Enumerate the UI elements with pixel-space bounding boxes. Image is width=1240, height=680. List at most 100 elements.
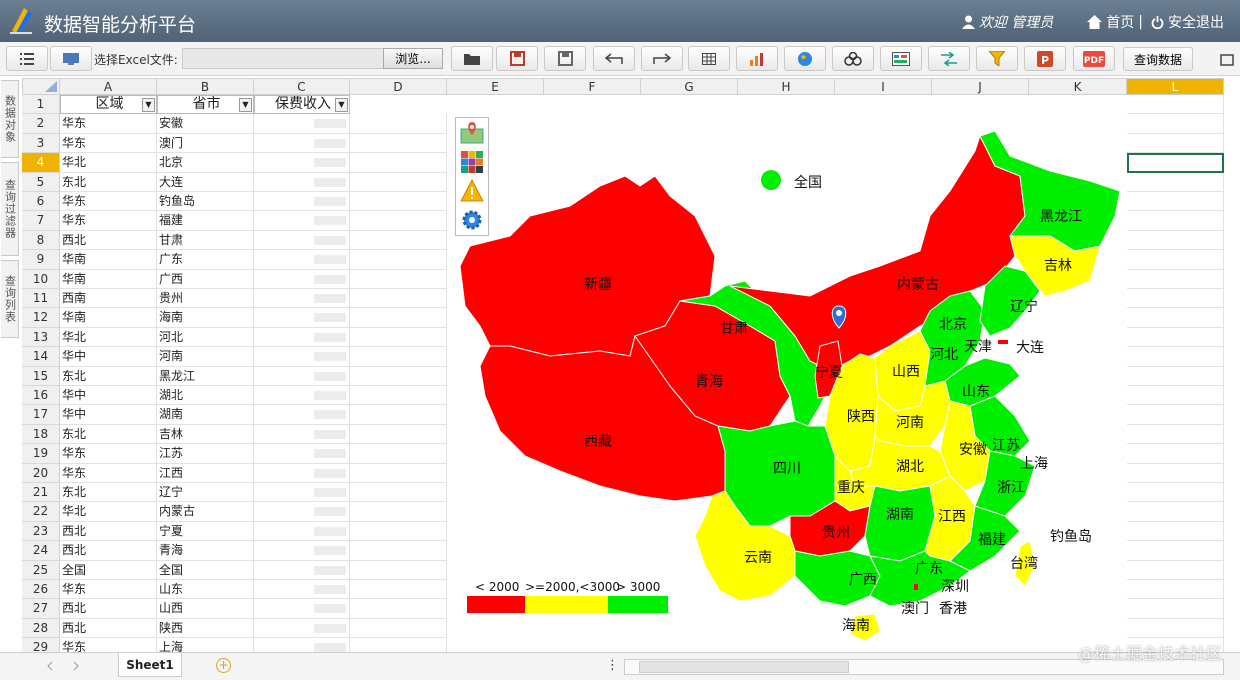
table-cell[interactable] [350,211,447,231]
home-icon[interactable] [1087,15,1103,29]
row-header[interactable]: 4 [22,153,60,173]
table-cell[interactable] [1127,405,1224,425]
table-cell[interactable]: 东北 [60,366,157,386]
map-button[interactable] [784,46,826,71]
column-header[interactable]: B [157,78,254,95]
file-path-field[interactable] [182,48,384,69]
premium-cell[interactable] [254,289,350,309]
power-icon[interactable] [1151,15,1164,29]
table-cell[interactable]: 广西 [157,269,254,289]
table-cell[interactable] [1127,521,1224,542]
table-cell[interactable]: 华中 [60,405,157,425]
table-cell[interactable]: 华东 [60,444,157,464]
table-cell[interactable]: 华南 [60,269,157,289]
table-cell[interactable]: 福建 [157,211,254,231]
premium-cell[interactable] [254,444,350,464]
premium-cell[interactable] [254,211,350,231]
table-cell[interactable]: 华东 [60,192,157,212]
table-cell[interactable] [1127,269,1224,289]
table-cell[interactable]: 华南 [60,308,157,328]
row-header[interactable]: 28 [22,618,60,639]
table-cell[interactable] [350,250,447,270]
table-cell[interactable]: 吉林 [157,424,254,445]
table-cell[interactable] [1127,444,1224,464]
table-cell[interactable]: 江苏 [157,444,254,464]
premium-cell[interactable] [254,133,350,154]
prev-sheet-icon[interactable] [46,661,54,671]
table-cell[interactable]: 河南 [157,347,254,367]
table-cell[interactable] [1127,133,1224,154]
ppt-export-button[interactable]: P [1024,46,1066,71]
row-header[interactable]: 19 [22,444,60,464]
table-cell[interactable]: 青海 [157,541,254,561]
table-cell[interactable] [350,133,447,154]
browse-button[interactable]: 浏览... [383,48,443,69]
row-header[interactable]: 1 [22,95,60,115]
header-cell[interactable]: 省市 ▼ [157,95,254,115]
table-cell[interactable] [1127,541,1224,561]
table-cell[interactable]: 华东 [60,114,157,134]
row-header[interactable]: 10 [22,269,60,289]
row-header[interactable]: 25 [22,560,60,580]
table-cell[interactable]: 华中 [60,347,157,367]
table-cell[interactable] [1127,289,1224,309]
table-cell[interactable]: 东北 [60,172,157,192]
logout-link[interactable]: 安全退出 [1168,12,1224,32]
column-header[interactable]: E [447,78,544,95]
table-cell[interactable]: 山东 [157,580,254,600]
table-cell[interactable]: 山西 [157,599,254,619]
warning-icon[interactable] [460,179,484,203]
column-header[interactable]: A [60,78,157,95]
table-button[interactable] [688,46,730,71]
table-cell[interactable]: 华东 [60,211,157,231]
row-header[interactable]: 20 [22,463,60,483]
premium-cell[interactable] [254,541,350,561]
map-marker-icon[interactable] [460,121,484,145]
table-cell[interactable] [350,289,447,309]
table-cell[interactable] [1127,618,1224,639]
column-header[interactable]: J [932,78,1029,95]
table-cell[interactable]: 辽宁 [157,483,254,503]
table-cell[interactable] [350,502,447,522]
premium-cell[interactable] [254,386,350,406]
table-cell[interactable] [1127,211,1224,231]
table-cell[interactable] [1127,308,1224,328]
premium-cell[interactable] [254,599,350,619]
table-cell[interactable] [1127,502,1224,522]
table-cell[interactable] [350,560,447,580]
settings-gear-icon[interactable] [460,208,484,232]
column-header[interactable]: K [1029,78,1127,95]
redo-button[interactable] [641,46,683,71]
row-header[interactable]: 12 [22,308,60,328]
column-header[interactable]: D [350,78,447,95]
more-icon[interactable]: ⋮ [606,658,619,673]
table-cell[interactable] [350,192,447,212]
pdf-export-button[interactable]: PDF [1073,46,1115,71]
table-cell[interactable] [1127,250,1224,270]
table-cell[interactable] [1127,580,1224,600]
table-cell[interactable]: 贵州 [157,289,254,309]
premium-cell[interactable] [254,405,350,425]
merge-button[interactable] [832,46,874,71]
row-header[interactable]: 8 [22,230,60,251]
premium-cell[interactable] [254,308,350,328]
premium-cell[interactable] [254,483,350,503]
row-header[interactable]: 26 [22,580,60,600]
region-dalian[interactable] [998,340,1008,344]
premium-cell[interactable] [254,366,350,386]
premium-cell[interactable] [254,250,350,270]
table-cell[interactable]: 广东 [157,250,254,270]
table-cell[interactable] [1127,560,1224,580]
table-cell[interactable] [1127,424,1224,445]
table-cell[interactable] [350,463,447,483]
table-cell[interactable]: 华东 [60,133,157,154]
table-cell[interactable]: 西北 [60,618,157,639]
table-cell[interactable] [1127,599,1224,619]
region-hunan[interactable] [864,485,936,562]
select-all-corner[interactable] [22,78,60,95]
table-cell[interactable]: 河北 [157,327,254,348]
column-header[interactable]: H [738,78,835,95]
filter-dropdown-icon[interactable]: ▼ [335,98,348,112]
table-cell[interactable] [350,269,447,289]
row-header[interactable]: 13 [22,327,60,348]
